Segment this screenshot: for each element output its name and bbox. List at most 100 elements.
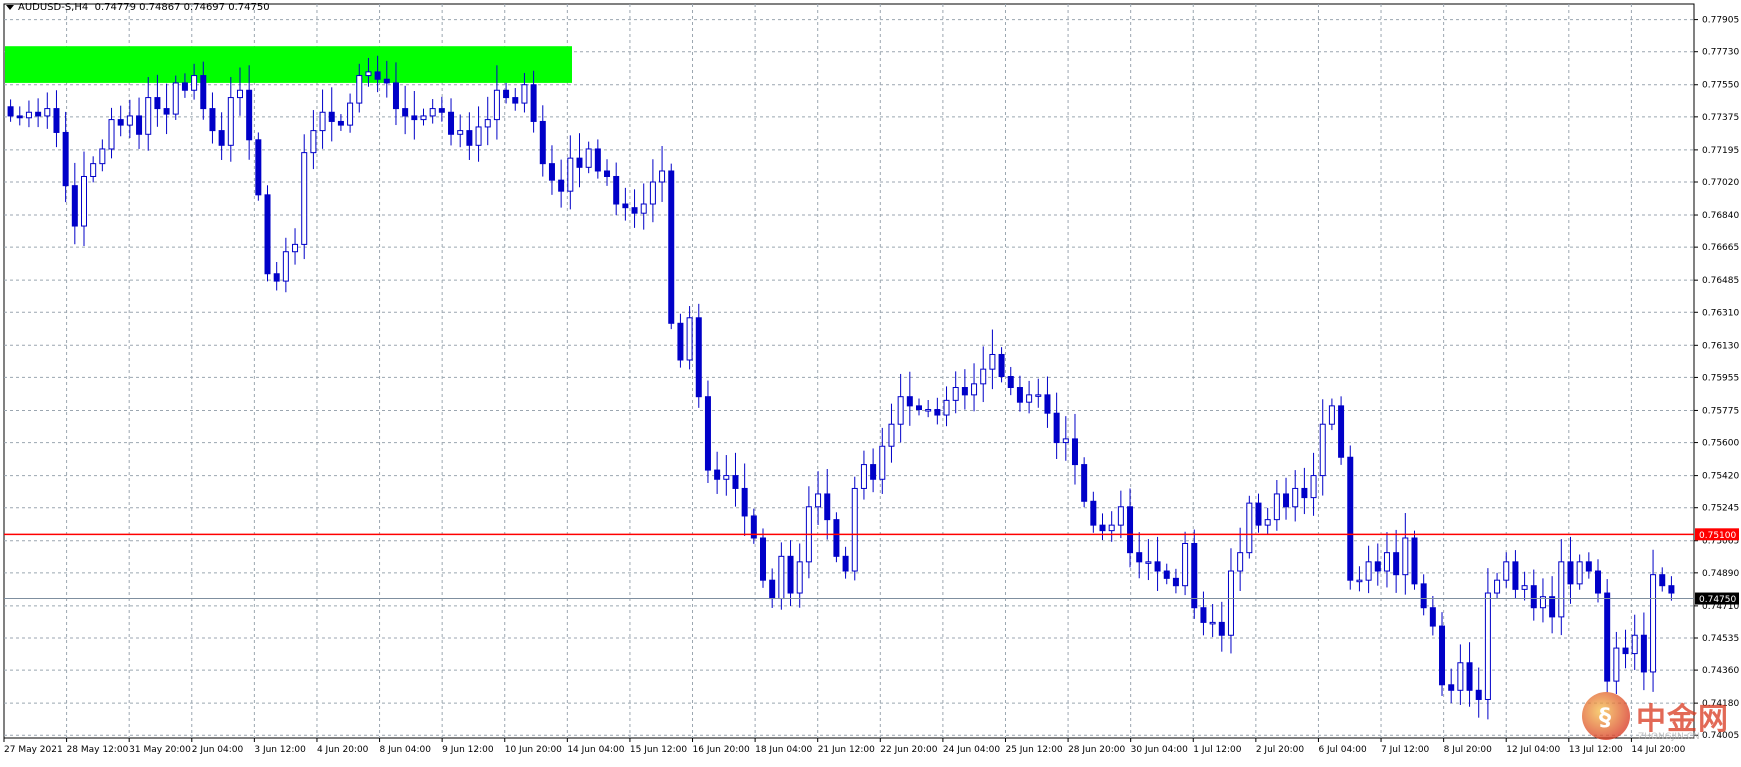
price-tick-label: 0.75955 [1702,373,1739,383]
candle-body-bull [301,152,308,245]
candle[interactable] [833,512,840,563]
candle-body-bear [576,157,583,168]
candle-body-bull [365,71,372,77]
candle[interactable] [1411,530,1418,590]
candle-body-bull [971,383,978,396]
candle[interactable] [1338,396,1345,465]
resistance-zone[interactable] [5,46,572,83]
candle-body-bear [438,108,445,113]
candle-body-bear [154,97,161,110]
candle-body-bear [181,82,188,91]
candle-body-bull [1613,647,1620,682]
candle-body-bear [1172,577,1179,587]
candle-body-bull [1494,579,1501,594]
candle-body-bull [723,475,730,480]
candle-body-bear [787,555,794,594]
candle-body-bear [62,131,69,187]
price-tick-label: 0.76665 [1702,243,1739,253]
candle-body-bear [769,579,776,600]
candle[interactable] [668,163,675,330]
candle-body-bull [1558,561,1565,618]
candle-body-bear [503,89,510,99]
time-tick-label: 12 Jul 04:00 [1506,745,1560,755]
candle-body-bull [44,108,51,117]
candle-body-bull [429,108,436,117]
candle-body-bear [1127,506,1134,554]
candle-body-bear [53,108,60,133]
candle[interactable] [851,476,858,581]
candle-body-bear [704,396,711,471]
candle-body-bull [172,82,179,115]
candle[interactable] [1604,579,1611,693]
candle-body-bull [815,493,822,508]
candle-body-bull [640,203,647,214]
candle[interactable] [255,132,262,201]
candle-body-bull [1108,524,1115,532]
candle[interactable] [1347,445,1354,590]
time-tick-label: 8 Jul 20:00 [1444,745,1493,755]
candle-body-bull [457,130,464,135]
candle-body-bull [1209,621,1216,625]
candle-body-bull [1246,502,1253,554]
candle-body-bull [1402,537,1409,576]
candle-body-bear [411,115,418,121]
candle-body-bear [1585,561,1592,572]
candle-body-bull [888,423,895,447]
candle-body-bear [1512,561,1519,590]
candle-body-bull [649,181,656,205]
candle-body-bear [1044,394,1051,414]
brand-watermark: § 中金网 ZHONGJIN.CN [1582,690,1732,750]
candle[interactable] [1246,495,1253,559]
price-tick-label: 0.77375 [1702,113,1739,123]
time-tick-label: 9 Jun 12:00 [442,745,494,755]
candle-body-bear [255,139,262,196]
candle-body-bear [1475,689,1482,700]
candle-body-bear [1411,537,1418,585]
chart-canvas[interactable]: 0.77905 0.77730 0.77550 0.77375 0.77195 0.770… [0,0,1741,762]
candle-body-bear [200,75,207,110]
candle-body-bull [1521,585,1528,590]
support-line-label: 0.75100 [1695,528,1739,541]
candle[interactable] [695,303,702,408]
candle-body-bear [998,353,1005,378]
time-tick-label: 22 Jun 20:00 [880,745,937,755]
candle-body-bull [420,115,427,121]
time-tick-label: 14 Jun 04:00 [567,745,624,755]
candle-body-bear [613,175,620,205]
time-tick-label: 6 Jul 04:00 [1318,745,1367,755]
candle-body-bull [1503,561,1510,581]
candle-body-bull [484,119,491,128]
candle-body-bear [760,537,767,581]
candle[interactable] [264,185,271,282]
symbol-info[interactable]: AUDUSD-S,H4 0.74779 0.74867 0.74697 0.74… [6,2,270,13]
price-tick-label: 0.77905 [1702,16,1739,26]
candle-body-bear [1218,621,1225,636]
candle-body-bull [292,243,299,253]
candle-body-bear [824,493,831,521]
price-chart[interactable]: 0.77905 0.77730 0.77550 0.77375 0.77195 0.770… [0,0,1741,762]
candle-body-bear [273,273,280,282]
candle-body-bear [1136,552,1143,563]
candle[interactable] [1081,457,1088,508]
dropdown-arrow-icon[interactable] [6,4,14,10]
candle-body-bear [1163,570,1170,579]
candle-body-bull [1310,475,1317,499]
candle-body-bull [191,75,198,91]
candle[interactable] [301,134,308,260]
candle-body-bull [897,396,904,425]
time-tick-label: 30 Jun 04:00 [1131,745,1188,755]
price-tick-label: 0.75775 [1702,406,1739,416]
time-tick-label: 28 Jun 20:00 [1068,745,1125,755]
candle-body-bear [732,475,739,489]
candle-body-bear [906,396,913,407]
candle-body-bull [686,317,693,361]
candle-body-bear [631,207,638,214]
candle-body-bear [117,119,124,126]
candle-body-bull [925,409,932,412]
candle-body-bear [714,469,721,480]
price-tick-label: 0.76310 [1702,308,1739,318]
price-tick-label: 0.74360 [1702,666,1739,676]
candle-body-bear [1439,625,1446,686]
candle-body-bear [1659,574,1666,587]
price-tick-label: 0.75420 [1702,472,1739,482]
